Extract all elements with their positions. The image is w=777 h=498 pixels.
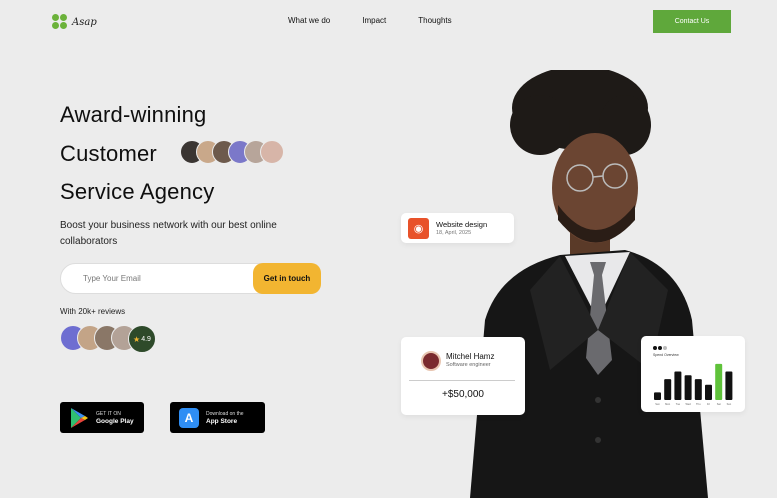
chart-bar bbox=[725, 371, 733, 400]
spend-chart: Spend Overview Sun Mon Tue Wed Thu Fri Sat Sun bbox=[653, 346, 733, 406]
logo[interactable]: Asap bbox=[52, 14, 97, 30]
app-store-small-text: Download on the bbox=[206, 410, 244, 417]
chart-tick-label: Thu bbox=[696, 402, 701, 406]
hero-title-line-2: Customer bbox=[60, 141, 157, 166]
hero-title-line-3: Service Agency bbox=[60, 179, 215, 204]
google-play-small-text: GET IT ON bbox=[96, 410, 121, 417]
app-store-label: App Store bbox=[206, 417, 238, 425]
logo-text: Asap bbox=[72, 16, 97, 28]
rating-value: 4.9 bbox=[141, 335, 151, 343]
dribbble-icon: ◉ bbox=[408, 217, 429, 239]
email-input[interactable] bbox=[83, 264, 243, 293]
hero-title-line-1: Award-winning bbox=[60, 102, 207, 127]
hero-person-image bbox=[470, 70, 708, 498]
nav-link-thoughts[interactable]: Thoughts bbox=[418, 16, 451, 25]
review-avatars: ★ 4.9 bbox=[60, 325, 156, 353]
website-design-card[interactable]: ◉ Website design 18, April, 2025 bbox=[401, 213, 514, 243]
chart-bar bbox=[664, 379, 672, 400]
logo-mark-icon bbox=[52, 14, 68, 30]
avatar bbox=[421, 351, 441, 371]
chart-tick-label: Tue bbox=[676, 402, 681, 406]
app-store-button[interactable]: A Download on the App Store bbox=[170, 402, 265, 433]
spend-chart-card[interactable]: Spend Overview Sun Mon Tue Wed Thu Fri Sat Sun bbox=[641, 336, 745, 412]
hero-subtitle: Boost your business network with our bes… bbox=[60, 220, 277, 247]
main-nav: What we do Impact Thoughts bbox=[288, 16, 452, 25]
chart-dot-icon bbox=[653, 346, 657, 350]
website-card-date: 18, April, 2025 bbox=[436, 230, 472, 236]
contact-us-button[interactable]: Contact Us bbox=[653, 10, 731, 33]
profile-amount: +$50,000 bbox=[442, 389, 484, 400]
app-store-icon: A bbox=[179, 407, 199, 428]
chart-bar bbox=[705, 384, 712, 400]
chart-bar bbox=[694, 379, 702, 400]
rating-badge: ★ 4.9 bbox=[128, 325, 156, 353]
chart-bar bbox=[684, 375, 692, 400]
google-play-icon bbox=[71, 407, 88, 428]
google-play-label: Google Play bbox=[96, 417, 134, 425]
website-card-title: Website design bbox=[436, 220, 488, 229]
chart-tick-label: Fri bbox=[707, 402, 710, 406]
avatar bbox=[260, 140, 284, 164]
chart-title: Spend Overview bbox=[653, 353, 679, 357]
google-play-button[interactable]: GET IT ON Google Play bbox=[60, 402, 144, 433]
chart-tick-label: Sun bbox=[727, 402, 732, 406]
chart-tick-label: Sat bbox=[717, 402, 721, 406]
chart-bar bbox=[674, 371, 682, 400]
chart-tick-label: Sun bbox=[655, 402, 660, 406]
divider bbox=[409, 380, 515, 381]
chart-bar bbox=[715, 363, 723, 400]
profile-card[interactable]: Mitchel Hamz Software engineer +$50,000 bbox=[401, 337, 525, 415]
chart-dot-icon bbox=[663, 346, 667, 350]
chart-bar bbox=[654, 392, 661, 400]
reviews-label: With 20k+ reviews bbox=[60, 307, 126, 316]
chart-tick-label: Wed bbox=[685, 402, 691, 406]
nav-link-what-we-do[interactable]: What we do bbox=[288, 16, 330, 25]
email-form: Get in touch bbox=[60, 263, 321, 294]
get-in-touch-button[interactable]: Get in touch bbox=[253, 263, 321, 294]
team-avatars bbox=[180, 140, 284, 164]
nav-link-impact[interactable]: Impact bbox=[362, 16, 386, 25]
profile-role: Software engineer bbox=[446, 362, 491, 368]
chart-tick-label: Mon bbox=[665, 402, 671, 406]
chart-dot-icon bbox=[658, 346, 662, 350]
profile-name: Mitchel Hamz bbox=[446, 352, 495, 361]
star-icon: ★ bbox=[133, 334, 141, 344]
